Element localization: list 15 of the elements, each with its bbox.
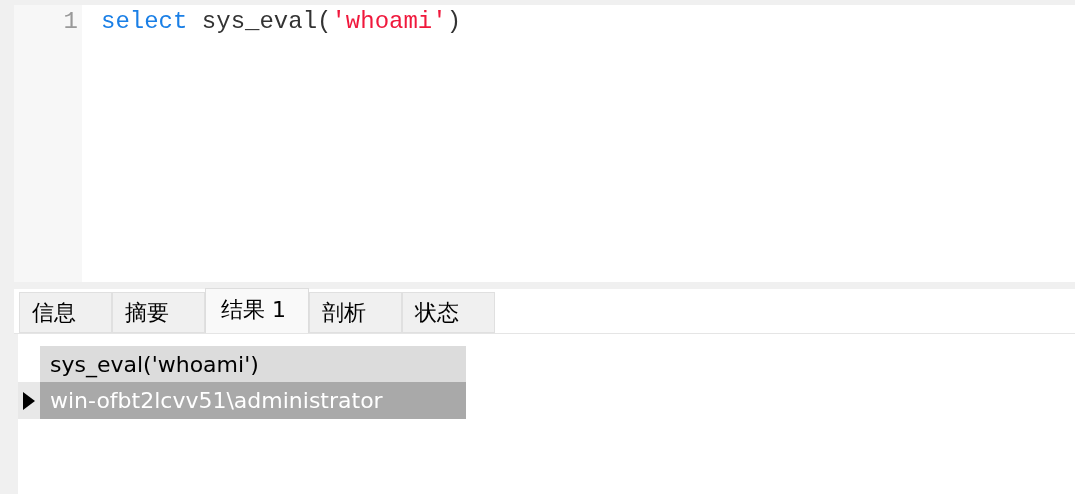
triangle-icon: [23, 391, 35, 410]
code-token: select: [101, 7, 188, 37]
code-token: ): [446, 7, 462, 37]
tab[interactable]: 摘要: [112, 292, 205, 333]
row-indicator[interactable]: [18, 382, 40, 419]
column-header[interactable]: sys_eval('whoami'): [40, 346, 466, 382]
tab[interactable]: 结果 1: [205, 288, 309, 333]
tab[interactable]: 剖析: [309, 292, 402, 333]
code-token: sys_eval(: [200, 7, 332, 37]
line-number: 1: [63, 7, 78, 37]
table-cell: win-ofbt2lcvv51\administrator: [40, 382, 466, 419]
code-editor[interactable]: 1 select sys_eval('whoami'): [14, 5, 1075, 282]
tab[interactable]: 信息: [19, 292, 112, 333]
tab[interactable]: 状态: [402, 292, 495, 333]
code-token: 'whoami': [331, 7, 447, 37]
